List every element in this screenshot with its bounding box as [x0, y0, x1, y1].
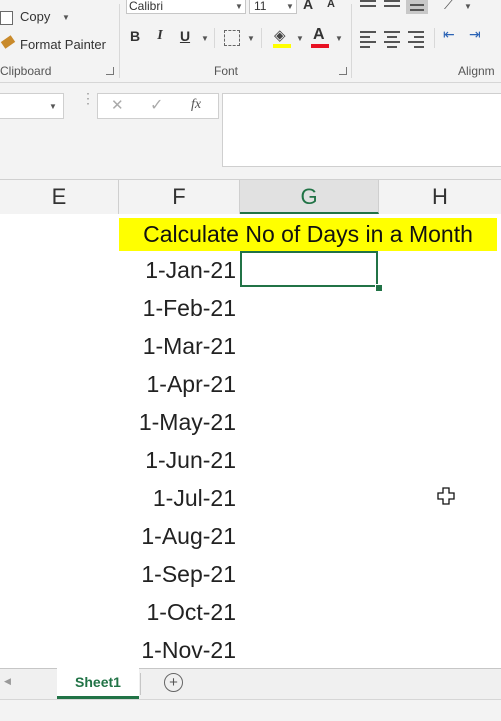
italic-button[interactable]: I: [152, 28, 168, 44]
orientation-icon[interactable]: ⟋: [444, 0, 454, 13]
title-banner-cell[interactable]: Calculate No of Days in a Month: [119, 218, 497, 251]
cancel-icon[interactable]: ✕: [111, 96, 124, 114]
format-painter-icon: [0, 35, 16, 49]
font-color-dropdown-icon[interactable]: ▼: [335, 34, 343, 43]
fill-color-bar: [273, 44, 291, 48]
date-cell[interactable]: 1-Jun-21: [119, 441, 236, 479]
name-box-dropdown-icon[interactable]: ▼: [49, 102, 57, 111]
clipboard-group-label: Clipboard: [0, 64, 52, 78]
date-cell[interactable]: 1-Sep-21: [119, 555, 236, 593]
fill-color-icon[interactable]: ◈: [274, 26, 286, 44]
date-cell[interactable]: 1-Apr-21: [119, 365, 236, 403]
align-center-icon[interactable]: [384, 31, 400, 48]
add-sheet-button[interactable]: +: [164, 673, 183, 692]
font-name-box[interactable]: Calibri ▼: [126, 0, 246, 14]
align-middle-icon[interactable]: [384, 0, 400, 7]
sheet-tab-sheet1[interactable]: Sheet1: [57, 668, 139, 699]
alignment-group-label: Alignm: [458, 64, 495, 78]
font-name-dropdown-icon[interactable]: ▼: [235, 2, 243, 11]
align-bottom-icon[interactable]: [406, 0, 428, 14]
date-cell[interactable]: 1-Nov-21: [119, 631, 236, 669]
borders-dropdown-icon[interactable]: ▼: [247, 34, 255, 43]
selected-cell-g2[interactable]: [240, 251, 378, 287]
date-cell[interactable]: 1-Oct-21: [119, 593, 236, 631]
insert-function-icon[interactable]: fx: [191, 97, 201, 113]
date-cell[interactable]: 1-Jul-21: [119, 479, 236, 517]
column-header-f[interactable]: F: [119, 180, 240, 214]
bold-button[interactable]: B: [127, 28, 143, 44]
fill-handle[interactable]: [375, 284, 383, 292]
cell-cursor-icon: [437, 487, 455, 505]
font-group-label: Font: [214, 64, 239, 78]
date-cell[interactable]: 1-Aug-21: [119, 517, 236, 555]
name-box[interactable]: ▼: [0, 93, 64, 119]
column-header-row: E F G H: [0, 179, 501, 215]
clipboard-launcher-icon[interactable]: [106, 67, 114, 75]
date-cell[interactable]: 1-Jan-21: [119, 251, 236, 289]
formula-buttons: ✕ ✓ fx: [97, 93, 219, 119]
underline-button[interactable]: U: [177, 28, 193, 44]
formula-bar-grip-icon[interactable]: ⋮: [81, 91, 95, 105]
font-color-icon[interactable]: A: [313, 26, 325, 44]
ribbon: Copy ▼ Format Painter Clipboard Calibri …: [0, 0, 501, 83]
column-header-g[interactable]: G: [240, 180, 379, 214]
align-left-icon[interactable]: [360, 31, 376, 48]
font-launcher-icon[interactable]: [339, 67, 347, 75]
grow-font-icon[interactable]: A: [303, 0, 313, 12]
orientation-dropdown-icon[interactable]: ▼: [464, 2, 472, 11]
date-cell[interactable]: 1-May-21: [119, 403, 236, 441]
copy-icon: [0, 11, 13, 25]
align-right-icon[interactable]: [408, 31, 424, 48]
copy-dropdown-icon[interactable]: ▼: [62, 13, 70, 22]
status-bar: [0, 699, 501, 721]
column-header-h[interactable]: H: [379, 180, 501, 214]
decrease-indent-icon[interactable]: ⇤: [443, 26, 455, 43]
worksheet-grid[interactable]: Calculate No of Days in a Month 1-Jan-21…: [0, 214, 501, 668]
font-size-box[interactable]: 11 ▼: [249, 0, 297, 14]
font-size-dropdown-icon[interactable]: ▼: [286, 2, 294, 11]
date-cell[interactable]: 1-Feb-21: [119, 289, 236, 327]
date-cell[interactable]: 1-Mar-21: [119, 327, 236, 365]
borders-icon[interactable]: [224, 30, 240, 46]
formula-bar-area: ▼ ⋮ ✕ ✓ fx: [0, 83, 501, 179]
scroll-tabs-left-icon[interactable]: ◀: [4, 676, 11, 687]
fill-color-dropdown-icon[interactable]: ▼: [296, 34, 304, 43]
align-top-icon[interactable]: [360, 0, 376, 7]
formula-input[interactable]: [222, 93, 501, 167]
column-header-e[interactable]: E: [0, 180, 119, 214]
font-color-bar: [311, 44, 329, 48]
shrink-font-icon[interactable]: A: [327, 0, 335, 10]
underline-dropdown-icon[interactable]: ▼: [201, 34, 209, 43]
increase-indent-icon[interactable]: ⇥: [469, 26, 481, 43]
enter-icon[interactable]: ✓: [150, 95, 163, 115]
